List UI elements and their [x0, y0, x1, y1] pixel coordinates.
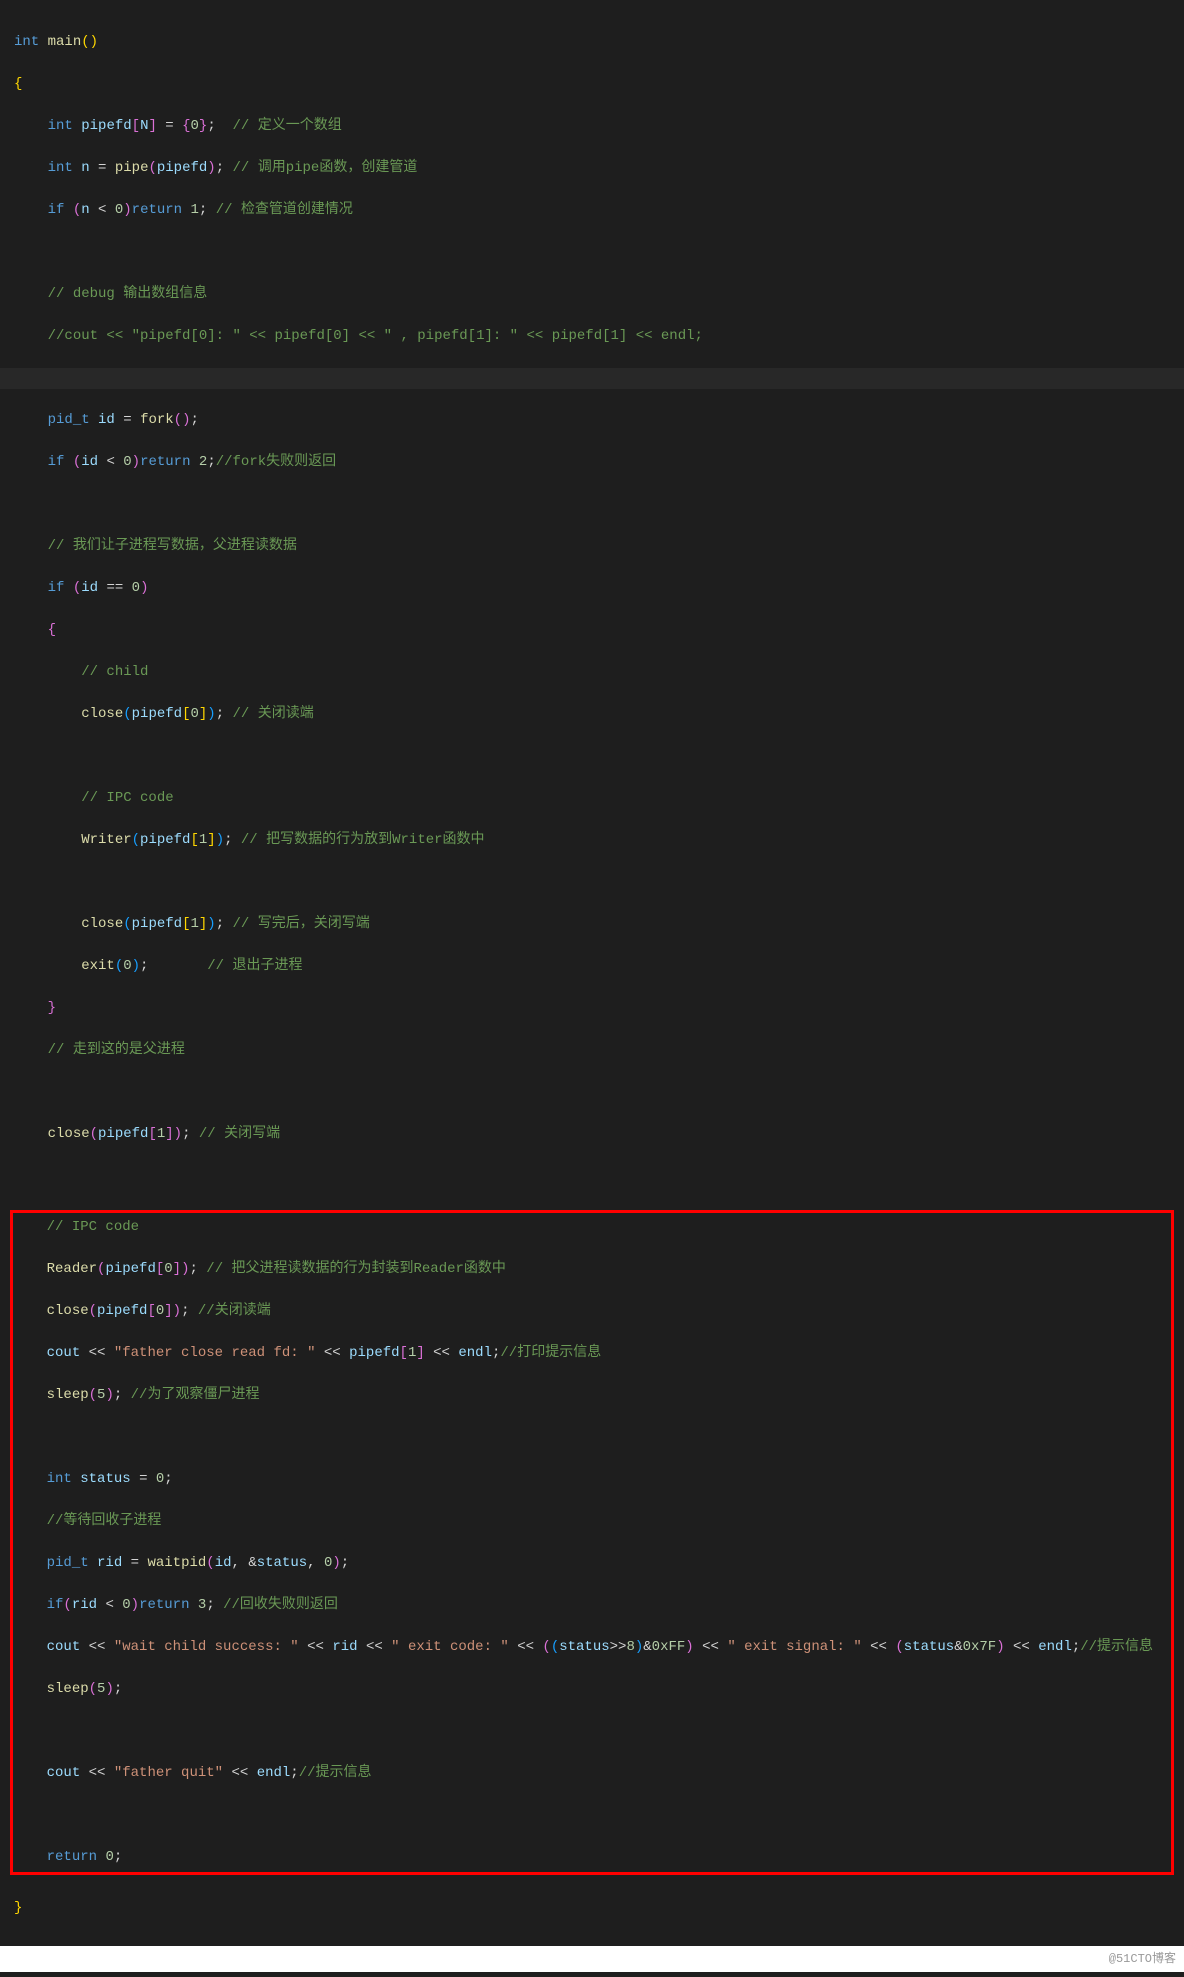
code-line: close(pipefd[1]); // 关闭写端: [14, 1124, 1170, 1145]
highlight-region: // IPC code Reader(pipefd[0]); // 把父进程读数…: [10, 1210, 1174, 1875]
code-line: [14, 1166, 1170, 1187]
code-line: if (id == 0): [14, 578, 1170, 599]
code-line: [13, 1721, 1171, 1742]
code-line: if(rid < 0)return 3; //回收失败则返回: [13, 1595, 1171, 1616]
code-line: [14, 494, 1170, 515]
code-line: [14, 1082, 1170, 1103]
code-line: if (n < 0)return 1; // 检查管道创建情况: [14, 200, 1170, 221]
code-line: return 0;: [13, 1847, 1171, 1868]
code-line: close(pipefd[0]); //关闭读端: [13, 1301, 1171, 1322]
code-line: int main(): [14, 32, 1170, 53]
code-line: //cout << "pipefd[0]: " << pipefd[0] << …: [14, 326, 1170, 347]
code-line: // debug 输出数组信息: [14, 284, 1170, 305]
code-line: int n = pipe(pipefd); // 调用pipe函数，创建管道: [14, 158, 1170, 179]
code-line: int pipefd[N] = {0}; // 定义一个数组: [14, 116, 1170, 137]
code-line: Writer(pipefd[1]); // 把写数据的行为放到Writer函数中: [14, 830, 1170, 851]
code-line: // child: [14, 662, 1170, 683]
code-line: if (id < 0)return 2;//fork失败则返回: [14, 452, 1170, 473]
code-line: // 我们让子进程写数据，父进程读数据: [14, 536, 1170, 557]
code-line: //等待回收子进程: [13, 1511, 1171, 1532]
code-line: [13, 1427, 1171, 1448]
code-line: cout << "father close read fd: " << pipe…: [13, 1343, 1171, 1364]
code-line: {: [14, 74, 1170, 95]
code-line: [14, 872, 1170, 893]
watermark-text: @51CTO博客: [0, 1946, 1184, 1972]
code-line: Reader(pipefd[0]); // 把父进程读数据的行为封装到Reade…: [13, 1259, 1171, 1280]
code-line-cursor: [0, 368, 1184, 389]
code-line: pid_t id = fork();: [14, 410, 1170, 431]
code-line: [14, 242, 1170, 263]
code-line: close(pipefd[1]); // 写完后，关闭写端: [14, 914, 1170, 935]
code-line: // 走到这的是父进程: [14, 1040, 1170, 1061]
code-line: int status = 0;: [13, 1469, 1171, 1490]
code-line: [14, 746, 1170, 767]
code-line: cout << "wait child success: " << rid <<…: [13, 1637, 1171, 1658]
code-line: sleep(5); //为了观察僵尸进程: [13, 1385, 1171, 1406]
code-line: {: [14, 620, 1170, 641]
code-line: cout << "father quit" << endl;//提示信息: [13, 1763, 1171, 1784]
code-line: }: [14, 1898, 1170, 1919]
code-line: sleep(5);: [13, 1679, 1171, 1700]
code-line: // IPC code: [14, 788, 1170, 809]
code-line: close(pipefd[0]); // 关闭读端: [14, 704, 1170, 725]
code-line: exit(0); // 退出子进程: [14, 956, 1170, 977]
code-line: [13, 1805, 1171, 1826]
code-line: pid_t rid = waitpid(id, &status, 0);: [13, 1553, 1171, 1574]
code-line: }: [14, 998, 1170, 1019]
code-line: // IPC code: [13, 1217, 1171, 1238]
code-editor: int main() { int pipefd[N] = {0}; // 定义一…: [0, 5, 1184, 1946]
